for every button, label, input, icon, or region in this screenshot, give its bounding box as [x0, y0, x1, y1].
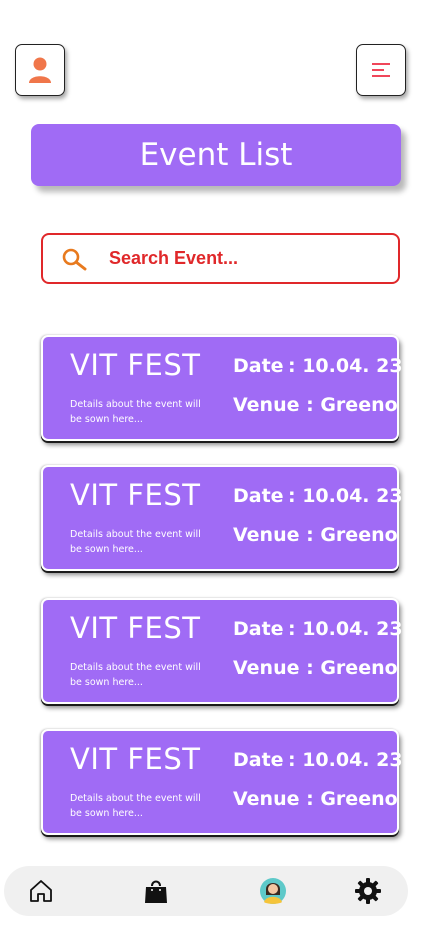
- venue-label: Venue: [233, 657, 300, 679]
- event-description: Details about the event will be sown her…: [70, 399, 201, 425]
- search-icon: [62, 248, 87, 270]
- date-label: Date: [233, 618, 284, 640]
- user-icon: [29, 57, 51, 83]
- venue-value: : Greeno: [306, 524, 398, 546]
- date-value: : 10.04. 23: [288, 618, 403, 640]
- event-title: VIT FEST: [70, 611, 201, 645]
- nav-shop[interactable]: [141, 876, 171, 906]
- event-description: Details about the event will be sown her…: [70, 529, 201, 555]
- hamburger-menu-icon: [372, 63, 390, 77]
- event-title: VIT FEST: [70, 348, 201, 382]
- event-venue: Venue : Greeno: [233, 657, 398, 679]
- bottom-navigation: [4, 866, 408, 916]
- event-venue: Venue : Greeno: [233, 394, 398, 416]
- date-label: Date: [233, 355, 284, 377]
- event-title: VIT FEST: [70, 742, 201, 776]
- profile-button[interactable]: [15, 44, 65, 96]
- nav-home[interactable]: [26, 876, 56, 906]
- search-input[interactable]: [109, 248, 369, 269]
- shopping-bag-icon: [145, 880, 167, 903]
- date-value: : 10.04. 23: [288, 749, 403, 771]
- venue-value: : Greeno: [306, 788, 398, 810]
- venue-label: Venue: [233, 788, 300, 810]
- event-card[interactable]: VIT FEST Details about the event will be…: [41, 335, 403, 441]
- date-label: Date: [233, 485, 284, 507]
- event-date: Date: 10.04. 23: [233, 485, 403, 507]
- nav-settings[interactable]: [353, 876, 383, 906]
- avatar-icon: [260, 878, 286, 904]
- event-date: Date: 10.04. 23: [233, 355, 403, 377]
- event-card[interactable]: VIT FEST Details about the event will be…: [41, 598, 403, 704]
- date-value: : 10.04. 23: [288, 355, 403, 377]
- event-venue: Venue : Greeno: [233, 788, 398, 810]
- nav-profile[interactable]: [258, 876, 288, 906]
- date-value: : 10.04. 23: [288, 485, 403, 507]
- date-label: Date: [233, 749, 284, 771]
- search-bar[interactable]: [41, 233, 400, 284]
- event-venue: Venue : Greeno: [233, 524, 398, 546]
- event-description: Details about the event will be sown her…: [70, 793, 201, 819]
- event-date: Date: 10.04. 23: [233, 618, 403, 640]
- page-title: Event List: [31, 124, 401, 186]
- event-date: Date: 10.04. 23: [233, 749, 403, 771]
- event-description: Details about the event will be sown her…: [70, 662, 201, 688]
- settings-gear-icon: [355, 878, 381, 904]
- venue-label: Venue: [233, 394, 300, 416]
- venue-value: : Greeno: [306, 657, 398, 679]
- event-title: VIT FEST: [70, 478, 201, 512]
- venue-label: Venue: [233, 524, 300, 546]
- venue-value: : Greeno: [306, 394, 398, 416]
- home-icon: [30, 880, 52, 902]
- menu-button[interactable]: [356, 44, 406, 96]
- event-card[interactable]: VIT FEST Details about the event will be…: [41, 465, 403, 571]
- event-card[interactable]: VIT FEST Details about the event will be…: [41, 729, 403, 835]
